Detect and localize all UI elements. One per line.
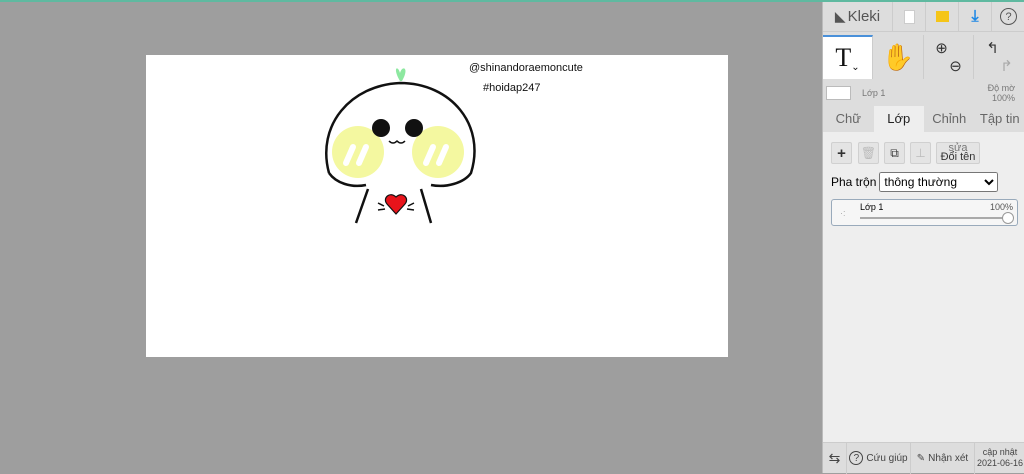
feedback-link[interactable]: ✎Nhận xét xyxy=(911,443,975,474)
new-page-icon xyxy=(904,10,915,24)
help-button[interactable]: ? xyxy=(992,2,1024,32)
zoom-in-icon[interactable]: ⊕ xyxy=(935,39,948,57)
tab-layers[interactable]: Lớp xyxy=(874,106,925,132)
update-info[interactable]: cập nhật2021-06-16 xyxy=(975,443,1024,474)
zoom-buttons: ⊕⊖ xyxy=(924,35,974,79)
tool-row: T⌄ ✋ ⊕⊖ ↰↱ xyxy=(823,35,1024,79)
pen-icon: ✎ xyxy=(917,453,925,464)
kleki-logo-icon: ◣ xyxy=(835,8,846,25)
top-bar: ◣Kleki ⤓ ? xyxy=(823,2,1024,32)
kleki-logo[interactable]: ◣Kleki xyxy=(823,2,893,32)
text-tool-button[interactable]: T⌄ xyxy=(823,35,873,79)
duplicate-icon: ⧉ xyxy=(890,146,899,161)
layer-item-thumbnail: ·: xyxy=(840,208,846,218)
left-arm xyxy=(356,189,368,223)
layer-item-opacity: 100% xyxy=(990,202,1013,212)
tab-adjust[interactable]: Chỉnh xyxy=(924,106,975,132)
open-file-button[interactable] xyxy=(926,2,959,32)
help-label: Cứu giúp xyxy=(866,453,907,464)
help-icon: ? xyxy=(1000,8,1017,25)
download-icon: ⤓ xyxy=(971,8,978,26)
canvas-text-hashtag: #hoidap247 xyxy=(483,82,541,94)
right-eye xyxy=(405,119,423,137)
layer-item-name: Lớp 1 xyxy=(860,202,883,212)
logo-text: Kleki xyxy=(848,8,881,25)
hand-icon: ✋ xyxy=(882,42,914,73)
drawing xyxy=(146,55,728,357)
sprout xyxy=(396,68,406,81)
left-hand xyxy=(378,203,385,210)
zoom-out-icon[interactable]: ⊖ xyxy=(949,57,962,75)
opacity-value: 100% xyxy=(992,93,1015,103)
blend-mode-row: Pha trộn thông thường xyxy=(831,172,998,192)
folder-icon xyxy=(936,11,949,22)
layers-panel: + 🗑 ⧉ ⊥ sửaĐổi tên Pha trộn thông thường… xyxy=(823,132,1024,442)
drawing-canvas[interactable]: @shinandoraemoncute #hoidap247 xyxy=(146,55,728,357)
chevron-down-icon: ⌄ xyxy=(851,62,859,73)
rename-layer-button[interactable]: sửaĐổi tên xyxy=(936,142,980,164)
new-image-button[interactable] xyxy=(893,2,926,32)
current-layer-info: Lớp 1 Độ mờ100% xyxy=(823,80,1024,106)
help-link[interactable]: ?Cứu giúp xyxy=(847,443,911,474)
blend-mode-label: Pha trộn xyxy=(831,175,876,189)
duplicate-layer-button[interactable]: ⧉ xyxy=(884,142,905,164)
layer-opacity-handle[interactable] xyxy=(1002,212,1014,224)
layer-list-item[interactable]: ·: Lớp 1 100% xyxy=(831,199,1018,226)
merge-down-button[interactable]: ⊥ xyxy=(910,142,931,164)
delete-layer-button[interactable]: 🗑 xyxy=(858,142,879,164)
download-button[interactable]: ⤓ xyxy=(959,2,992,32)
tab-text[interactable]: Chữ xyxy=(823,106,874,132)
tab-bar: Chữ Lớp Chỉnh Tập tin xyxy=(823,106,1024,132)
blend-mode-select[interactable]: thông thường xyxy=(879,172,998,192)
undo-icon[interactable]: ↰ xyxy=(986,39,999,57)
hand-tool-button[interactable]: ✋ xyxy=(873,35,924,79)
redo-icon[interactable]: ↱ xyxy=(1000,57,1013,75)
footer-bar: ⇆ ?Cứu giúp ✎Nhận xét cập nhật2021-06-16 xyxy=(823,442,1024,473)
layer-thumbnail xyxy=(826,86,851,100)
right-arm xyxy=(421,189,431,223)
heart-shape xyxy=(385,195,406,214)
rename-label: Đổi tên xyxy=(941,153,976,162)
side-panel: ◣Kleki ⤓ ? T⌄ ✋ ⊕⊖ ↰↱ Lớp 1 Độ mờ100% Ch… xyxy=(822,2,1024,473)
tab-file[interactable]: Tập tin xyxy=(975,106,1024,132)
left-eye xyxy=(372,119,390,137)
right-hand xyxy=(407,203,414,210)
canvas-text-username: @shinandoraemoncute xyxy=(469,62,583,74)
layer-opacity-slider[interactable] xyxy=(860,217,1009,219)
add-layer-button[interactable]: + xyxy=(831,142,852,164)
swap-icon: ⇆ xyxy=(829,450,841,467)
mouth xyxy=(389,141,405,143)
layer-name: Lớp 1 xyxy=(862,88,885,98)
trash-icon: 🗑 xyxy=(861,146,876,160)
swap-side-button[interactable]: ⇆ xyxy=(823,443,847,474)
text-tool-label: T xyxy=(835,43,851,73)
help-circle-icon: ? xyxy=(849,451,863,465)
update-date: 2021-06-16 xyxy=(977,458,1023,469)
update-label: cập nhật xyxy=(983,447,1018,458)
opacity-label: Độ mờ xyxy=(988,83,1015,93)
feedback-label: Nhận xét xyxy=(928,453,968,464)
merge-icon: ⊥ xyxy=(915,146,925,160)
opacity-info: Độ mờ100% xyxy=(988,83,1015,103)
undo-redo-buttons: ↰↱ xyxy=(974,35,1024,79)
